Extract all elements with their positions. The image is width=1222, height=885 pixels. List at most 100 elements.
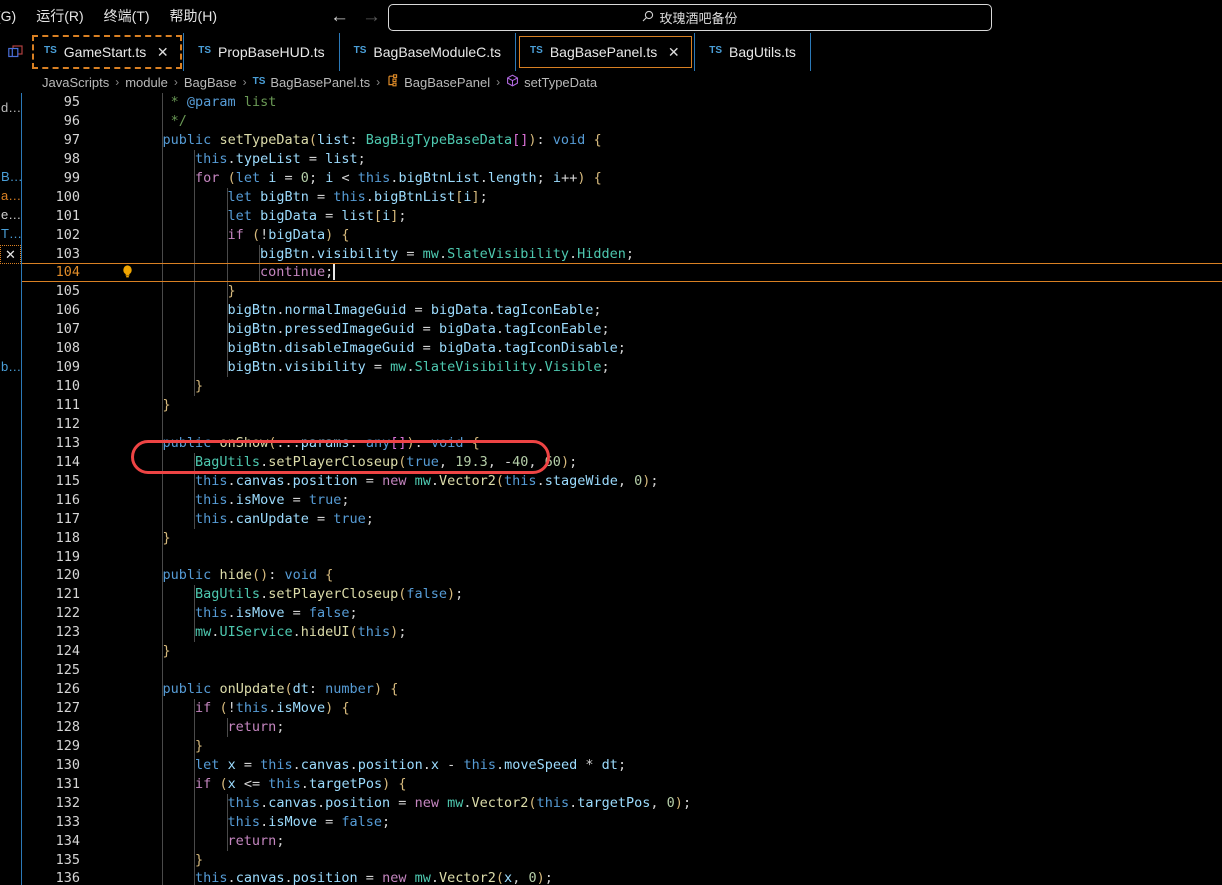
code-line[interactable]: 102 if (!bigData) {: [22, 225, 1222, 245]
code-line[interactable]: 103 bigBtn.visibility = mw.SlateVisibili…: [22, 244, 1222, 264]
line-number: 134: [55, 832, 80, 849]
code-line[interactable]: 112: [22, 414, 1222, 434]
line-number: 109: [55, 359, 80, 376]
line-text: */: [130, 112, 187, 129]
indent-guide: [161, 414, 163, 434]
code-line[interactable]: 96 */: [22, 111, 1222, 131]
code-line[interactable]: 108 bigBtn.disableImageGuid = bigData.ta…: [22, 339, 1222, 359]
code-line[interactable]: 95 * @param list: [22, 93, 1222, 112]
code-line[interactable]: 124 }: [22, 642, 1222, 662]
code-line[interactable]: 130 let x = this.canvas.position.x - thi…: [22, 755, 1222, 775]
line-number: 117: [55, 510, 80, 527]
code-editor[interactable]: 95 * @param list 96 */97 public setTypeDa…: [22, 93, 1222, 885]
code-line[interactable]: 121 BagUtils.setPlayerCloseup(false);: [22, 585, 1222, 605]
code-line[interactable]: 129 }: [22, 736, 1222, 756]
arrow-left-icon[interactable]: ←: [330, 7, 349, 26]
code-line[interactable]: 101 let bigData = list[i];: [22, 206, 1222, 226]
tab-bagbasepanel-ts[interactable]: TS BagBasePanel.ts ✕: [516, 33, 696, 71]
menu-item-run[interactable]: 运行(R): [26, 0, 93, 33]
line-text: bigBtn.visibility = mw.SlateVisibility.H…: [260, 245, 635, 262]
menu-item-help[interactable]: 帮助(H): [160, 0, 227, 33]
code-line[interactable]: 114 BagUtils.setPlayerCloseup(true, 19.3…: [22, 452, 1222, 472]
search-input[interactable]: 玫瑰酒吧备份: [388, 4, 992, 31]
line-number: 130: [55, 756, 80, 773]
code-line[interactable]: 128 return;: [22, 717, 1222, 737]
code-line[interactable]: 97 public setTypeData(list: BagBigTypeBa…: [22, 130, 1222, 150]
code-line[interactable]: 111 }: [22, 396, 1222, 415]
line-number: 103: [55, 245, 80, 262]
line-number: 119: [55, 548, 80, 565]
code-line[interactable]: 98 this.typeList = list;: [22, 149, 1222, 169]
code-line[interactable]: 118 }: [22, 528, 1222, 548]
line-text: public setTypeData(list: BagBigTypeBaseD…: [162, 131, 602, 148]
code-line[interactable]: 109 bigBtn.visibility = mw.SlateVisibili…: [22, 358, 1222, 378]
code-line[interactable]: 120 public hide(): void {: [22, 566, 1222, 586]
strip-item-a[interactable]: a…: [0, 186, 21, 205]
tab-bagutils-ts[interactable]: TS BagUtils.ts: [695, 33, 811, 71]
code-line[interactable]: 123 mw.UIService.hideUI(this);: [22, 623, 1222, 643]
code-line[interactable]: 136 this.canvas.position = new mw.Vector…: [22, 869, 1222, 885]
search-value: 玫瑰酒吧备份: [659, 11, 738, 26]
breadcrumb-method-settypedata[interactable]: setTypeData: [506, 74, 597, 90]
tab-bagbasemodulec-ts[interactable]: TS BagBaseModuleC.ts: [339, 33, 517, 71]
code-line[interactable]: 113 public onShow(...params: any[]): voi…: [22, 433, 1222, 453]
line-text: mw.UIService.hideUI(this);: [195, 624, 407, 641]
tab-gamestart-ts[interactable]: TS GameStart.ts ✕: [30, 33, 185, 71]
strip-item-t[interactable]: T…: [0, 224, 21, 243]
strip-item-d[interactable]: d…: [0, 98, 21, 117]
line-text: BagUtils.setPlayerCloseup(true, 19.3, -4…: [195, 453, 578, 470]
line-number: 124: [55, 643, 80, 660]
tab-propbasehud-ts[interactable]: TS PropBaseHUD.ts: [184, 33, 340, 71]
ts-file-icon: TS: [252, 76, 266, 87]
code-line[interactable]: 126 public onUpdate(dt: number) {: [22, 680, 1222, 699]
close-icon[interactable]: ✕: [667, 45, 680, 59]
code-line[interactable]: 122 this.isMove = false;: [22, 604, 1222, 624]
breadcrumb-bagbase[interactable]: BagBase: [184, 75, 237, 90]
menu-item-terminal[interactable]: 终端(T): [94, 0, 160, 33]
breadcrumb-separator: ›: [115, 75, 120, 89]
tab-label: BagBaseModuleC.ts: [373, 44, 502, 60]
split-editor-icon[interactable]: [0, 33, 30, 71]
code-line[interactable]: 127 if (!this.isMove) {: [22, 699, 1222, 718]
code-line[interactable]: 110 }: [22, 377, 1222, 396]
code-line[interactable]: 105 }: [22, 282, 1222, 302]
line-number: 95: [63, 94, 80, 110]
code-line[interactable]: 117 this.canUpdate = true;: [22, 509, 1222, 529]
code-line[interactable]: 100 let bigBtn = this.bigBtnList[i];: [22, 187, 1222, 207]
code-line[interactable]: 106 bigBtn.normalImageGuid = bigData.tag…: [22, 301, 1222, 321]
code-line[interactable]: 107 bigBtn.pressedImageGuid = bigData.ta…: [22, 320, 1222, 340]
code-line[interactable]: 125: [22, 661, 1222, 681]
code-line[interactable]: 116 this.isMove = true;: [22, 490, 1222, 510]
code-line[interactable]: 119: [22, 547, 1222, 567]
strip-item-b2[interactable]: b…: [0, 357, 21, 376]
close-icon[interactable]: ✕: [156, 45, 169, 59]
line-text: bigBtn.visibility = mw.SlateVisibility.V…: [227, 359, 610, 376]
arrow-right-icon[interactable]: →: [362, 7, 381, 26]
line-number: 127: [55, 700, 80, 716]
line-number: 112: [55, 415, 80, 432]
tab-label: BagUtils.ts: [729, 44, 796, 60]
breadcrumb-bagbasepanel-ts[interactable]: TS BagBasePanel.ts: [253, 75, 371, 90]
code-line[interactable]: 134 return;: [22, 831, 1222, 851]
line-text: this.canvas.position = new mw.Vector2(th…: [195, 472, 659, 489]
breadcrumb-class-bagbasepanel[interactable]: BagBasePanel: [386, 74, 490, 90]
code-line[interactable]: 115 this.canvas.position = new mw.Vector…: [22, 471, 1222, 491]
tab-label: PropBaseHUD.ts: [218, 44, 325, 60]
line-number: 132: [55, 794, 80, 811]
menu-item-g[interactable]: (G): [0, 0, 26, 33]
line-number: 116: [55, 491, 80, 508]
breadcrumb-javascripts[interactable]: JavaScripts: [42, 75, 109, 90]
code-line[interactable]: 132 this.canvas.position = new mw.Vector…: [22, 793, 1222, 813]
line-number: 100: [55, 188, 80, 205]
code-line[interactable]: 104 continue;: [22, 263, 1222, 283]
code-line[interactable]: 133 this.isMove = false;: [22, 812, 1222, 832]
breadcrumb-module[interactable]: module: [125, 75, 168, 90]
code-line[interactable]: 131 if (x <= this.targetPos) {: [22, 774, 1222, 794]
line-number: 131: [55, 775, 80, 792]
strip-item-b[interactable]: B…: [0, 167, 21, 186]
breadcrumb-label: module: [125, 74, 168, 90]
strip-item-e[interactable]: e…: [0, 205, 21, 224]
code-line[interactable]: 135 }: [22, 850, 1222, 870]
strip-item-close[interactable]: ✕: [0, 245, 21, 264]
code-line[interactable]: 99 for (let i = 0; i < this.bigBtnList.l…: [22, 168, 1222, 188]
